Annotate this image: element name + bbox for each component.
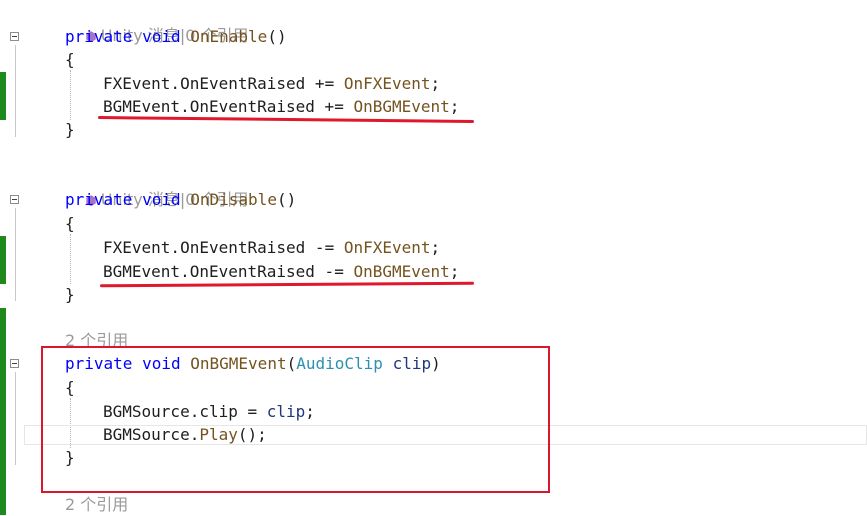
change-indicator bbox=[0, 236, 6, 284]
method-signature: private void OnDisable() bbox=[65, 190, 297, 209]
open-brace: { bbox=[65, 214, 75, 233]
codelens-hint[interactable]: ⬢ Unity 消息|0 个引用 bbox=[65, 167, 248, 209]
close-brace: } bbox=[65, 285, 75, 304]
annotation-box bbox=[41, 346, 550, 493]
collapse-icon[interactable] bbox=[10, 32, 19, 41]
fold-line bbox=[15, 372, 16, 465]
open-brace: { bbox=[65, 50, 75, 69]
code-line: BGMEvent.OnEventRaised -= OnBGMEvent; bbox=[103, 262, 460, 281]
code-editor[interactable]: ⬢ Unity 消息|0 个引用 private void OnEnable() … bbox=[0, 0, 867, 515]
collapse-icon[interactable] bbox=[10, 359, 19, 368]
fold-line bbox=[15, 45, 16, 137]
fold-line bbox=[15, 208, 16, 301]
indent-guide bbox=[70, 234, 71, 284]
close-brace: } bbox=[65, 120, 75, 139]
code-line: FXEvent.OnEventRaised -= OnFXEvent; bbox=[103, 238, 441, 257]
change-indicator bbox=[0, 72, 6, 120]
codelens-hint[interactable]: 2 个引用 bbox=[65, 494, 128, 516]
code-line: FXEvent.OnEventRaised += OnFXEvent; bbox=[103, 74, 441, 93]
codelens-hint[interactable]: ⬢ Unity 消息|0 个引用 bbox=[65, 3, 248, 45]
code-line: BGMEvent.OnEventRaised += OnBGMEvent; bbox=[103, 97, 460, 116]
change-indicator bbox=[0, 308, 6, 515]
method-signature: private void OnEnable() bbox=[65, 27, 287, 46]
indent-guide bbox=[70, 70, 71, 120]
collapse-icon[interactable] bbox=[10, 195, 19, 204]
